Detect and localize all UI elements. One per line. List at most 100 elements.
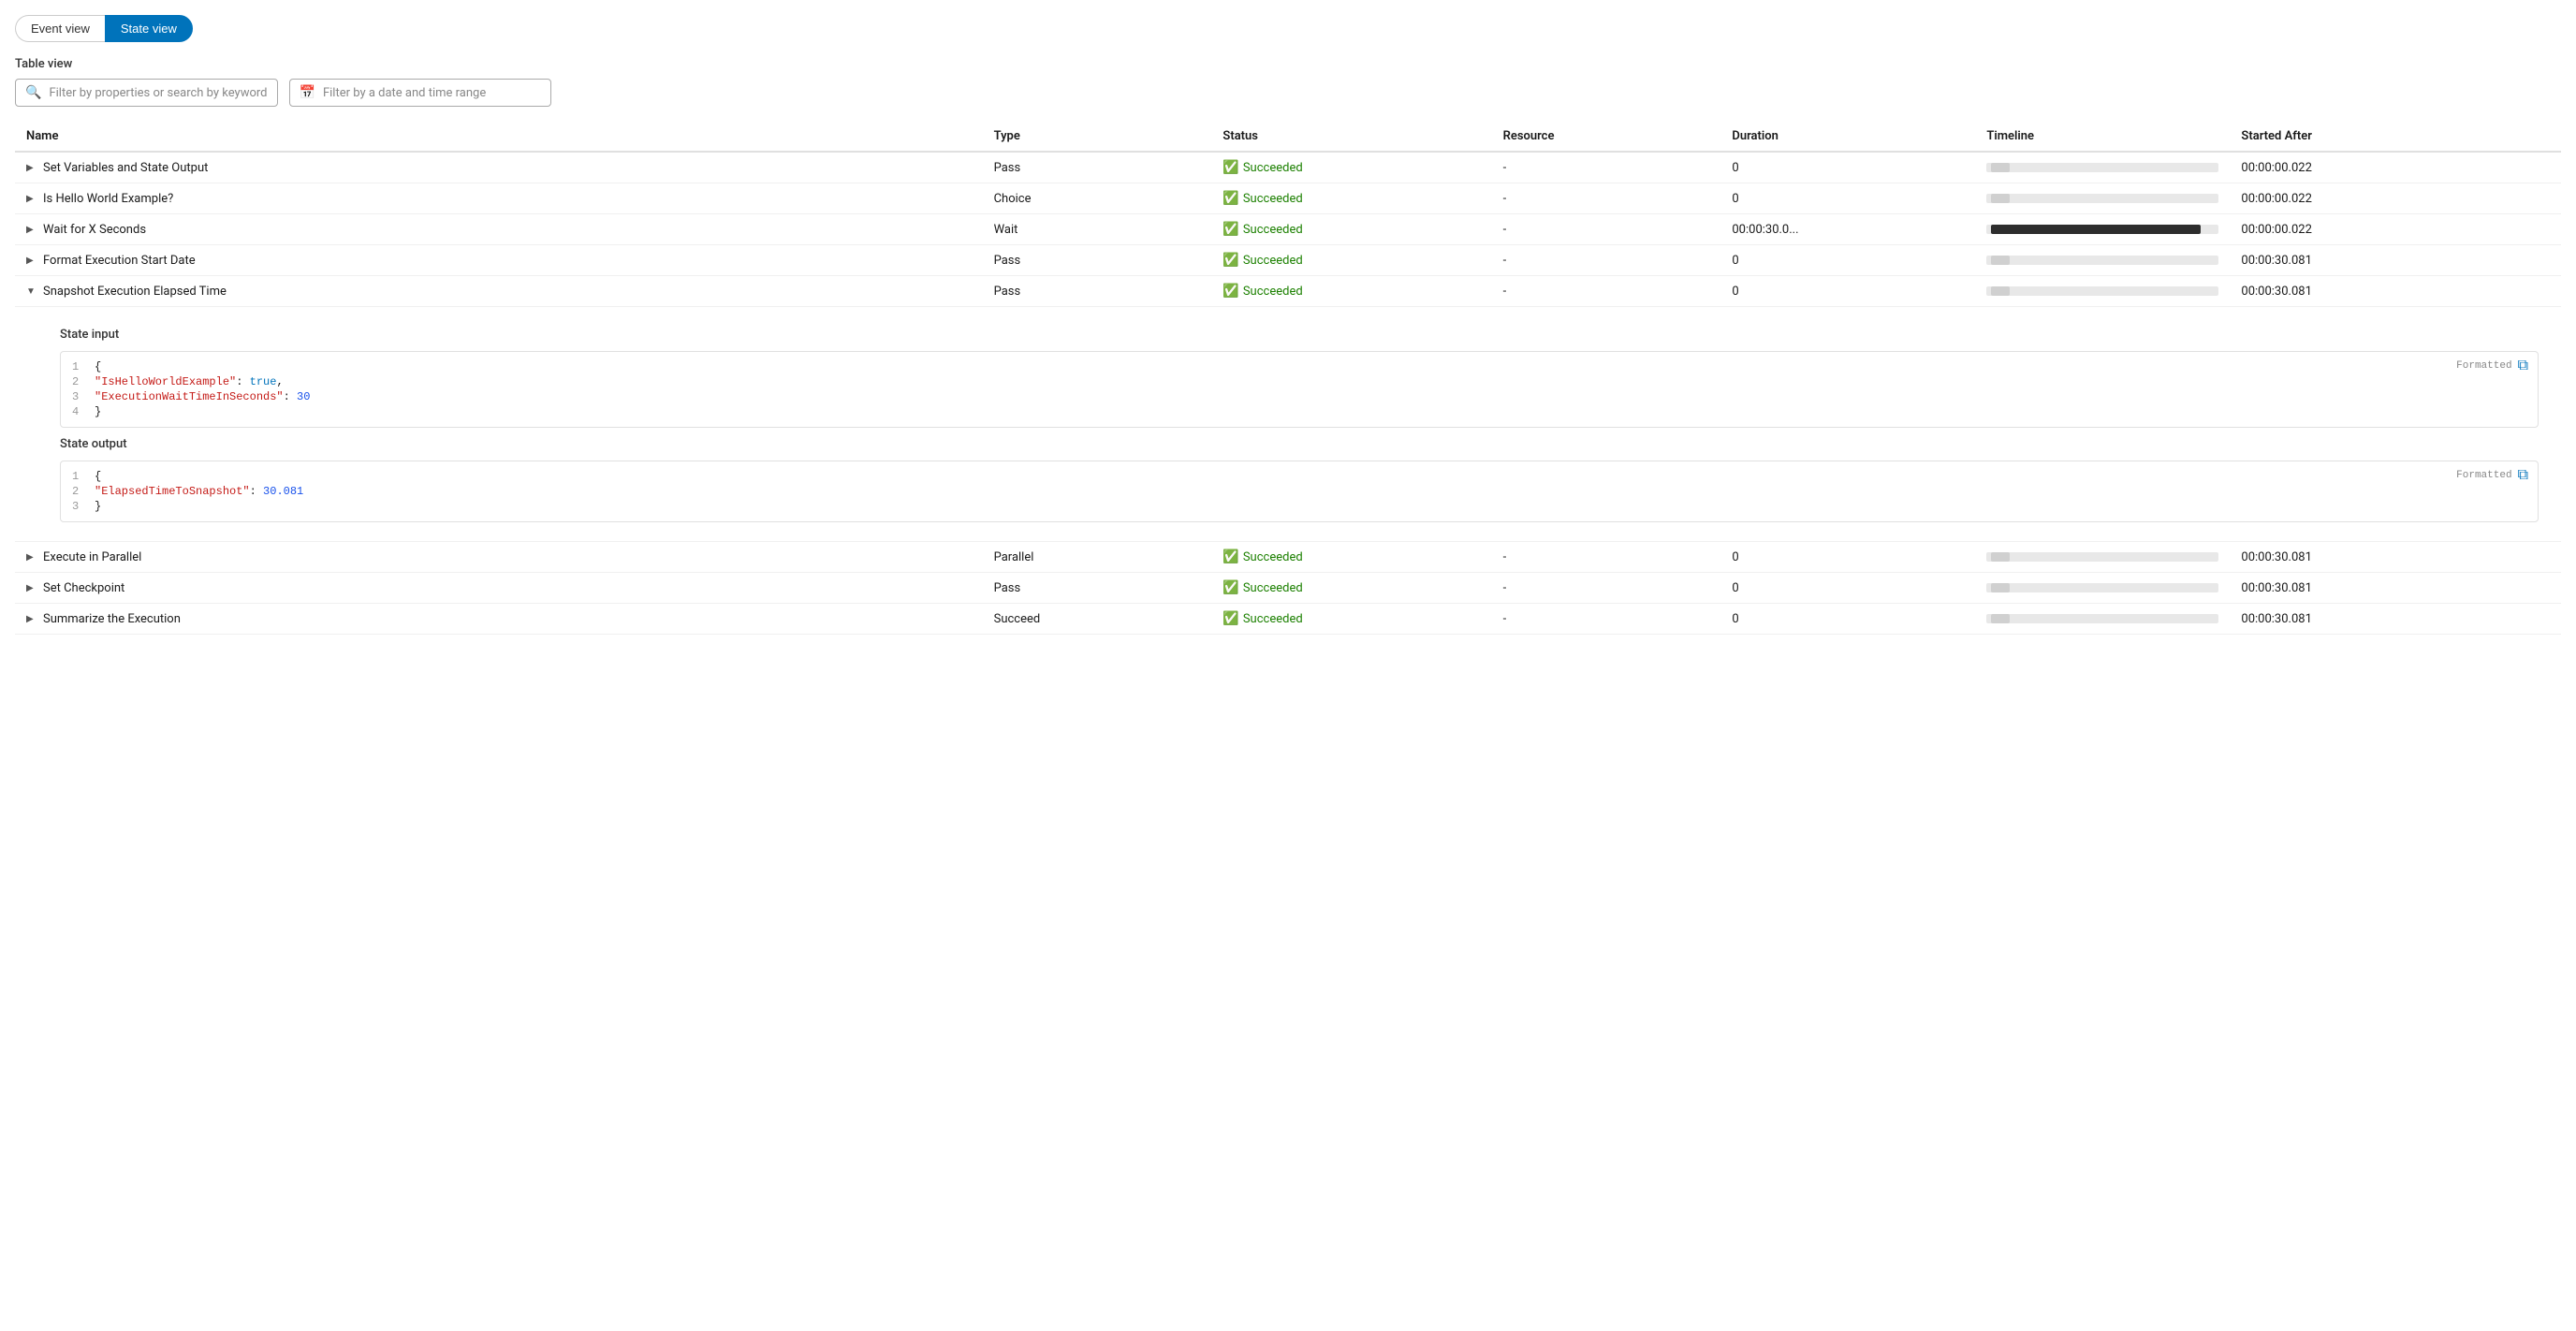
view-toggle: Event view State view [15, 15, 2561, 42]
row-type: Parallel [983, 542, 1212, 573]
row-status: ✅ Succeeded [1211, 542, 1491, 573]
row-expand-icon[interactable]: ▶ [26, 194, 37, 204]
row-expand-icon[interactable]: ▶ [26, 614, 37, 624]
row-timeline [1975, 183, 2230, 214]
row-duration: 0 [1720, 152, 1975, 183]
succeeded-icon: ✅ [1222, 580, 1238, 595]
succeeded-icon: ✅ [1222, 191, 1238, 206]
row-duration: 0 [1720, 183, 1975, 214]
row-name[interactable]: ▼ Snapshot Execution Elapsed Time [15, 276, 983, 307]
expanded-cell: State input 1{2 "IsHelloWorldExample": t… [15, 307, 2561, 542]
table-view-label: Table view [15, 57, 2561, 71]
filters-row: 🔍 Filter by properties or search by keyw… [15, 79, 2561, 107]
row-duration: 00:00:30.0... [1720, 214, 1975, 245]
table-row: ▶ Execute in Parallel Parallel ✅ Succeed… [15, 542, 2561, 573]
event-view-button[interactable]: Event view [15, 15, 105, 42]
keyword-filter-placeholder: Filter by properties or search by keywor… [49, 86, 267, 100]
row-resource: - [1492, 245, 1721, 276]
col-header-duration: Duration [1720, 122, 1975, 152]
row-type: Pass [983, 152, 1212, 183]
row-expand-icon[interactable]: ▶ [26, 256, 37, 266]
state-input-code: 1{2 "IsHelloWorldExample": true,3 "Execu… [60, 351, 2539, 428]
row-status: ✅ Succeeded [1211, 573, 1491, 604]
row-timeline [1975, 542, 2230, 573]
row-timeline [1975, 276, 2230, 307]
col-header-started-after: Started After [2230, 122, 2561, 152]
row-status: ✅ Succeeded [1211, 276, 1491, 307]
row-started-after: 00:00:30.081 [2230, 245, 2561, 276]
table-row: ▶ Set Checkpoint Pass ✅ Succeeded - 0 00… [15, 573, 2561, 604]
row-type: Succeed [983, 604, 1212, 635]
row-type: Wait [983, 214, 1212, 245]
code-actions: Formatted ⧉ [2456, 358, 2528, 374]
row-expand-icon[interactable]: ▼ [26, 286, 37, 297]
col-header-type: Type [983, 122, 1212, 152]
row-resource: - [1492, 214, 1721, 245]
table-row: ▶ Is Hello World Example? Choice ✅ Succe… [15, 183, 2561, 214]
succeeded-icon: ✅ [1222, 160, 1238, 175]
datetime-filter[interactable]: 📅 Filter by a date and time range [289, 79, 551, 107]
row-status: ✅ Succeeded [1211, 245, 1491, 276]
table-row: ▶ Set Variables and State Output Pass ✅ … [15, 152, 2561, 183]
search-icon: 🔍 [25, 85, 41, 100]
row-resource: - [1492, 542, 1721, 573]
row-expand-icon[interactable]: ▶ [26, 225, 37, 235]
datetime-filter-placeholder: Filter by a date and time range [323, 86, 486, 100]
row-duration: 0 [1720, 245, 1975, 276]
row-started-after: 00:00:00.022 [2230, 183, 2561, 214]
row-duration: 0 [1720, 542, 1975, 573]
row-timeline [1975, 573, 2230, 604]
row-status: ✅ Succeeded [1211, 214, 1491, 245]
row-expand-icon[interactable]: ▶ [26, 163, 37, 173]
row-expand-icon[interactable]: ▶ [26, 583, 37, 593]
row-type: Pass [983, 276, 1212, 307]
row-name[interactable]: ▶ Set Checkpoint [15, 573, 983, 604]
table-row: ▶ Format Execution Start Date Pass ✅ Suc… [15, 245, 2561, 276]
table-row: ▶ Wait for X Seconds Wait ✅ Succeeded - … [15, 214, 2561, 245]
copy-code-icon[interactable]: ⧉ [2518, 358, 2528, 374]
row-started-after: 00:00:30.081 [2230, 573, 2561, 604]
row-status: ✅ Succeeded [1211, 604, 1491, 635]
state-output-label: State output [49, 431, 2550, 457]
row-name[interactable]: ▶ Execute in Parallel [15, 542, 983, 573]
calendar-icon: 📅 [300, 85, 315, 100]
row-timeline [1975, 152, 2230, 183]
row-name[interactable]: ▶ Is Hello World Example? [15, 183, 983, 214]
succeeded-icon: ✅ [1222, 549, 1238, 564]
row-resource: - [1492, 604, 1721, 635]
row-timeline [1975, 214, 2230, 245]
succeeded-icon: ✅ [1222, 253, 1238, 268]
state-input-label: State input [49, 322, 2550, 347]
row-type: Pass [983, 245, 1212, 276]
row-started-after: 00:00:30.081 [2230, 542, 2561, 573]
succeeded-icon: ✅ [1222, 284, 1238, 299]
row-started-after: 00:00:30.081 [2230, 276, 2561, 307]
row-timeline [1975, 604, 2230, 635]
row-expanded: State input 1{2 "IsHelloWorldExample": t… [15, 307, 2561, 542]
state-table: Name Type Status Resource Duration Timel… [15, 122, 2561, 635]
row-status: ✅ Succeeded [1211, 183, 1491, 214]
formatted-label-output: Formatted [2456, 470, 2511, 481]
row-name[interactable]: ▶ Set Variables and State Output [15, 152, 983, 183]
state-view-button[interactable]: State view [105, 15, 193, 42]
row-resource: - [1492, 276, 1721, 307]
table-row: ▼ Snapshot Execution Elapsed Time Pass ✅… [15, 276, 2561, 307]
row-name[interactable]: ▶ Wait for X Seconds [15, 214, 983, 245]
row-name[interactable]: ▶ Format Execution Start Date [15, 245, 983, 276]
row-name[interactable]: ▶ Summarize the Execution [15, 604, 983, 635]
row-timeline [1975, 245, 2230, 276]
row-started-after: 00:00:30.081 [2230, 604, 2561, 635]
code-actions-output: Formatted ⧉ [2456, 467, 2528, 484]
table-row: ▶ Summarize the Execution Succeed ✅ Succ… [15, 604, 2561, 635]
col-header-timeline: Timeline [1975, 122, 2230, 152]
copy-output-icon[interactable]: ⧉ [2518, 467, 2528, 484]
keyword-filter[interactable]: 🔍 Filter by properties or search by keyw… [15, 79, 278, 107]
row-type: Pass [983, 573, 1212, 604]
row-expand-icon[interactable]: ▶ [26, 552, 37, 563]
row-resource: - [1492, 152, 1721, 183]
row-duration: 0 [1720, 573, 1975, 604]
col-header-name: Name [15, 122, 983, 152]
row-resource: - [1492, 183, 1721, 214]
row-resource: - [1492, 573, 1721, 604]
row-status: ✅ Succeeded [1211, 152, 1491, 183]
